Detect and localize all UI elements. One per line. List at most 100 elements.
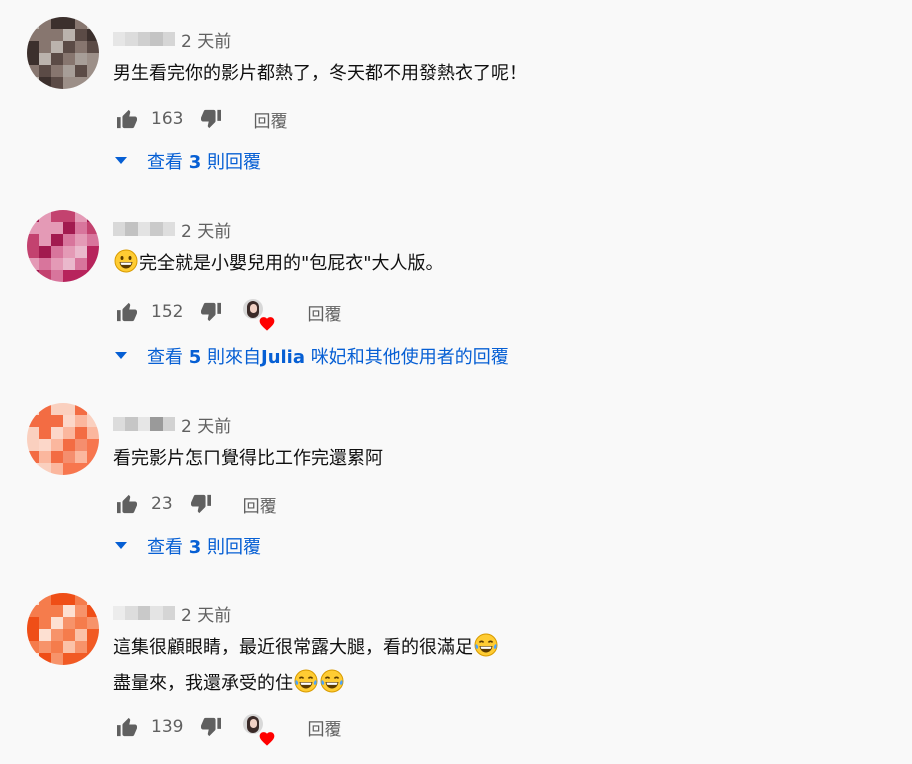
avatar-mosaic-tile	[63, 641, 75, 653]
thumbs-down-icon[interactable]	[197, 298, 225, 326]
author-name-blurred[interactable]	[113, 32, 176, 46]
avatar-mosaic-tile	[75, 65, 87, 77]
avatar-mosaic-tile	[87, 222, 99, 234]
avatar-mosaic-tile	[27, 439, 39, 451]
avatar-mosaic-tile	[51, 629, 63, 641]
thumbs-down-icon[interactable]	[197, 105, 225, 133]
view-replies-button[interactable]: 查看 3 則回覆	[113, 531, 261, 561]
thumbs-up-icon[interactable]	[113, 490, 141, 518]
avatar-mosaic-tile	[87, 53, 99, 65]
avatar[interactable]	[27, 593, 99, 665]
like-count: 152	[151, 302, 184, 322]
avatar-mosaic-tile	[63, 403, 75, 415]
author-name-blurred[interactable]	[113, 222, 176, 236]
thumbs-down-icon[interactable]	[187, 490, 215, 518]
thumbs-up-icon[interactable]	[113, 298, 141, 326]
author-name-blurred[interactable]	[113, 417, 176, 431]
avatar[interactable]	[27, 17, 99, 89]
avatar-mosaic-tile	[75, 41, 87, 53]
avatar-mosaic-tile	[27, 451, 39, 463]
comment-time[interactable]: 2 天前	[181, 601, 231, 626]
avatar-mosaic-tile	[39, 210, 51, 222]
avatar-mosaic-tile	[39, 593, 51, 605]
avatar-mosaic-tile	[27, 415, 39, 427]
avatar-mosaic-tile	[39, 29, 51, 41]
avatar-mosaic-tile	[87, 210, 99, 222]
avatar-mosaic-tile	[75, 451, 87, 463]
avatar-mosaic-tile	[27, 234, 39, 246]
avatar-mosaic-tile	[39, 641, 51, 653]
avatar-mosaic-tile	[39, 653, 51, 665]
avatar-mosaic-tile	[63, 617, 75, 629]
comment-text: 完全就是小嬰兒用的"包屁衣"大人版。	[113, 248, 444, 284]
comment-meta: 2 天前	[113, 411, 231, 437]
avatar-mosaic-tile	[51, 222, 63, 234]
view-replies-button[interactable]: 查看 5 則來自Julia 咪妃和其他使用者的回覆	[113, 341, 509, 371]
avatar-mosaic-tile	[63, 210, 75, 222]
avatar-mosaic-tile	[63, 463, 75, 475]
like-count: 163	[151, 109, 184, 129]
avatar-mosaic-tile	[39, 617, 51, 629]
avatar-mosaic-tile	[63, 629, 75, 641]
avatar-mosaic-tile	[27, 605, 39, 617]
comment-time[interactable]: 2 天前	[181, 27, 231, 52]
avatar-mosaic-tile	[39, 605, 51, 617]
like-count: 139	[151, 717, 184, 737]
avatar-mosaic-tile	[87, 605, 99, 617]
creator-heart-badge	[241, 714, 275, 746]
avatar-mosaic-tile	[87, 415, 99, 427]
thumbs-down-icon[interactable]	[197, 713, 225, 741]
avatar-mosaic-tile	[51, 246, 63, 258]
avatar-mosaic-tile	[87, 641, 99, 653]
avatar-mosaic-tile	[51, 17, 63, 29]
avatar-mosaic-tile	[63, 258, 75, 270]
heart-icon	[260, 732, 275, 746]
avatar-mosaic-tile	[27, 653, 39, 665]
avatar-mosaic-tile	[75, 653, 87, 665]
comment-actions: 163 回覆	[113, 104, 287, 134]
avatar-mosaic-tile	[75, 605, 87, 617]
thumbs-up-icon[interactable]	[113, 713, 141, 741]
avatar-mosaic-tile	[27, 246, 39, 258]
reply-button[interactable]: 回覆	[307, 300, 341, 325]
reply-button[interactable]: 回覆	[253, 107, 287, 132]
avatar-mosaic-tile	[51, 593, 63, 605]
reply-button[interactable]: 回覆	[243, 492, 277, 517]
avatar-mosaic-tile	[51, 463, 63, 475]
avatar-mosaic-tile	[39, 53, 51, 65]
avatar-mosaic-tile	[63, 451, 75, 463]
avatar-mosaic-tile	[63, 415, 75, 427]
avatar-mosaic-tile	[27, 270, 39, 282]
avatar-mosaic-tile	[75, 17, 87, 29]
caret-down-icon	[115, 352, 127, 359]
thumbs-up-icon[interactable]	[113, 105, 141, 133]
avatar-mosaic-tile	[75, 234, 87, 246]
avatar-mosaic-tile	[27, 427, 39, 439]
avatar-mosaic-tile	[39, 222, 51, 234]
avatar-mosaic-tile	[87, 593, 99, 605]
author-name-blurred[interactable]	[113, 606, 176, 620]
avatar-mosaic-tile	[75, 210, 87, 222]
avatar-mosaic-tile	[63, 53, 75, 65]
avatar-mosaic-tile	[63, 439, 75, 451]
avatar-mosaic-tile	[63, 270, 75, 282]
reply-button[interactable]: 回覆	[307, 715, 341, 740]
comment-time[interactable]: 2 天前	[181, 217, 231, 242]
avatar-mosaic-tile	[51, 617, 63, 629]
avatar-mosaic-tile	[87, 451, 99, 463]
comment-meta: 2 天前	[113, 216, 231, 242]
comment-time[interactable]: 2 天前	[181, 412, 231, 437]
avatar-mosaic-tile	[39, 246, 51, 258]
comment-meta: 2 天前	[113, 26, 231, 52]
avatar-mosaic-tile	[87, 403, 99, 415]
avatar-mosaic-tile	[51, 258, 63, 270]
avatar-mosaic-tile	[63, 41, 75, 53]
tears-of-joy-icon	[474, 633, 498, 668]
avatar-mosaic-tile	[27, 65, 39, 77]
view-replies-button[interactable]: 查看 3 則回覆	[113, 146, 261, 176]
avatar[interactable]	[27, 210, 99, 282]
avatar-mosaic-tile	[39, 463, 51, 475]
avatar-mosaic-tile	[87, 617, 99, 629]
avatar[interactable]	[27, 403, 99, 475]
avatar-mosaic-tile	[51, 451, 63, 463]
